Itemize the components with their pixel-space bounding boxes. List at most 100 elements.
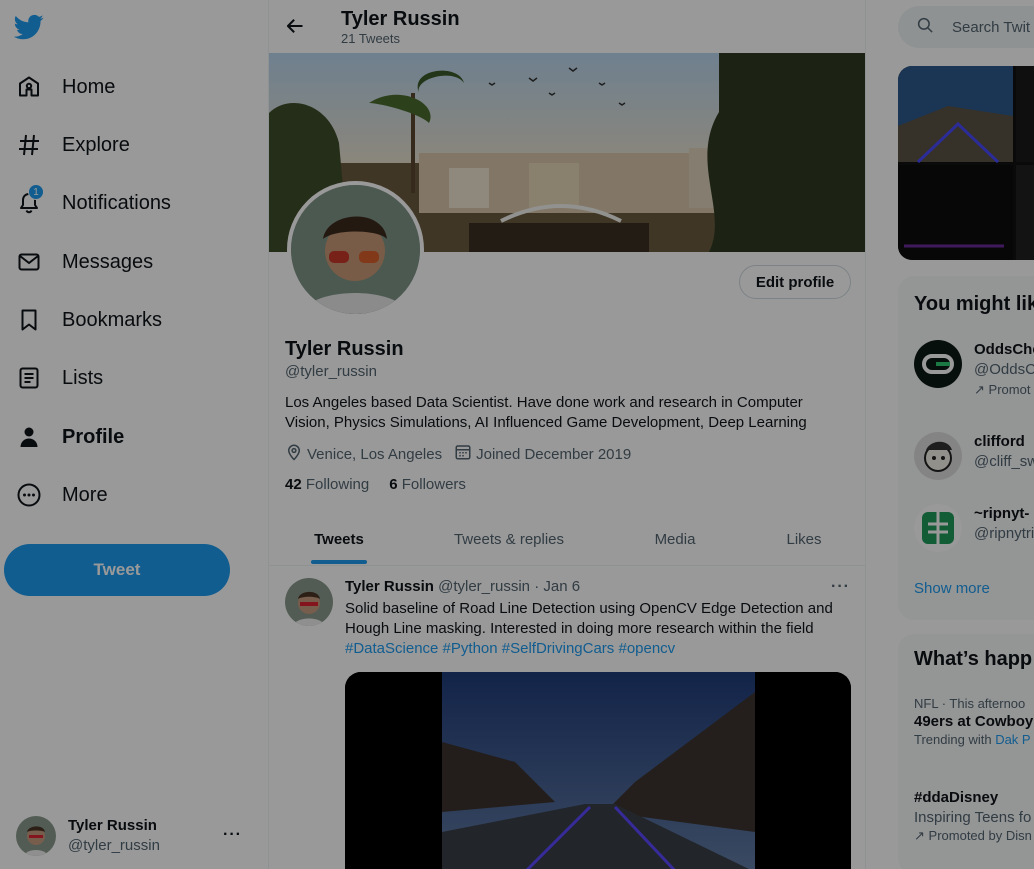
notification-badge: 1 — [28, 184, 44, 200]
suggestion-avatar — [914, 432, 962, 480]
left-sidebar: Home Explore 1 Notifications Messages Bo… — [0, 0, 268, 869]
calendar-icon — [454, 443, 476, 465]
suggestion-avatar — [914, 340, 962, 388]
trend-with-link[interactable]: Dak P — [995, 732, 1030, 747]
tweet-count: 21 Tweets — [341, 31, 401, 46]
nav-explore[interactable]: Explore — [16, 123, 130, 167]
nav-profile[interactable]: Profile — [16, 415, 124, 459]
tweet-text-line: Hough Line masking. Interested in doing … — [345, 620, 814, 637]
profile-header: Tyler Russin 21 Tweets — [269, 0, 865, 53]
profile-location: Venice, Los Angeles — [285, 443, 442, 465]
followers-link[interactable]: 6 Followers — [389, 476, 466, 493]
follow-suggestion[interactable]: clifford @cliff_sw — [914, 432, 1034, 482]
trend-with-label: Trending with — [914, 732, 992, 747]
nav-lists[interactable]: Lists — [16, 356, 103, 400]
nav-messages-label: Messages — [62, 250, 154, 273]
account-menu-icon[interactable]: ··· — [223, 826, 242, 844]
tweet-menu-icon[interactable]: ··· — [831, 578, 850, 596]
trend-description: Inspiring Teens fo — [914, 809, 1032, 826]
tweet-video[interactable] — [345, 672, 851, 869]
tab-tweets[interactable]: Tweets — [269, 513, 409, 566]
profile-bio: Los Angeles based Data Scientist. Have d… — [285, 393, 845, 433]
list-icon — [16, 365, 42, 391]
promoted-icon: ↗ — [974, 382, 985, 397]
nav-more[interactable]: More — [16, 473, 108, 517]
tab-likes[interactable]: Likes — [741, 513, 865, 566]
location-text: Venice, Los Angeles — [307, 445, 443, 463]
account-handle: @tyler_russin — [68, 837, 160, 854]
bookmark-icon — [16, 307, 42, 333]
profile-meta: Venice, Los Angeles Joined December 2019 — [285, 444, 643, 464]
account-switcher[interactable]: Tyler Russin @tyler_russin ··· — [16, 814, 256, 858]
tweet[interactable]: Tyler Russin @tyler_russin · Jan 6 ··· S… — [269, 566, 865, 869]
tab-media[interactable]: Media — [609, 513, 741, 566]
profile-joined: Joined December 2019 — [454, 443, 631, 465]
bio-line: Los Angeles based Data Scientist. Have d… — [285, 394, 803, 411]
promoted-icon: ↗ — [914, 828, 925, 843]
nav-messages[interactable]: Messages — [16, 240, 153, 284]
suggestion-avatar — [914, 504, 962, 552]
follow-suggestion[interactable]: OddsChe @OddsC ↗ Promot — [914, 340, 1034, 397]
suggestion-handle: @OddsC — [974, 361, 1034, 378]
following-count: 42 — [285, 476, 302, 493]
who-to-follow-title: You might lik — [914, 293, 1034, 315]
show-more-link[interactable]: Show more — [914, 580, 990, 597]
bio-line: Vision, Physics Simulations, AI Influenc… — [285, 414, 807, 431]
tweet-header: Tyler Russin @tyler_russin · Jan 6 — [345, 578, 580, 595]
suggestion-name: ~ripnyt- — [974, 505, 1030, 522]
right-sidebar: Search Twit You might lik OddsChe @OddsC… — [866, 0, 1034, 869]
followers-label: Followers — [401, 476, 466, 493]
search-bar[interactable]: Search Twit — [898, 6, 1034, 48]
search-icon — [916, 16, 952, 38]
nav-home[interactable]: Home — [16, 65, 115, 109]
nav-notifications-label: Notifications — [62, 191, 171, 214]
profile-media-grid[interactable] — [898, 66, 1034, 260]
home-icon — [16, 74, 42, 100]
trend-with: Trending with Dak P — [914, 732, 1033, 748]
whats-happening-title: What’s happ — [914, 648, 1033, 670]
nav-more-label: More — [62, 483, 108, 506]
following-label: Following — [305, 476, 370, 493]
trend-title: 49ers at Cowboy — [914, 713, 1034, 730]
suggestion-handle: @ripnytri — [974, 525, 1034, 542]
tweet-avatar[interactable] — [285, 578, 333, 626]
follow-suggestion[interactable]: ~ripnyt- @ripnytri — [914, 504, 1034, 554]
nav-profile-label: Profile — [62, 425, 125, 448]
nav-notifications[interactable]: 1 Notifications — [16, 181, 171, 225]
nav-home-label: Home — [62, 75, 116, 98]
tweet-author-handle[interactable]: @tyler_russin — [438, 578, 530, 595]
profile-name: Tyler Russin — [285, 338, 404, 360]
tweet-author-name[interactable]: Tyler Russin — [345, 578, 434, 595]
tweet-button[interactable]: Tweet — [4, 544, 230, 596]
search-input[interactable]: Search Twit — [952, 19, 1030, 36]
profile-handle: @tyler_russin — [285, 363, 377, 380]
tab-tweets-replies[interactable]: Tweets & replies — [409, 513, 609, 566]
back-arrow-icon[interactable] — [285, 16, 305, 36]
nav-bookmarks[interactable]: Bookmarks — [16, 298, 162, 342]
twitter-bird-icon[interactable] — [13, 12, 46, 44]
joined-text: Joined December 2019 — [476, 445, 632, 463]
tweet-date[interactable]: Jan 6 — [543, 578, 580, 595]
more-circle-icon — [16, 482, 42, 508]
account-name: Tyler Russin — [68, 817, 157, 834]
trend-title: #ddaDisney — [914, 789, 999, 806]
edit-profile-button[interactable]: Edit profile — [739, 265, 851, 299]
active-tab-indicator — [311, 560, 367, 564]
promoted-text: Promot — [988, 382, 1031, 397]
profile-tabs: Tweets Tweets & replies Media Likes — [269, 513, 865, 566]
suggestion-name: clifford — [974, 433, 1025, 450]
hashtag-icon — [16, 132, 42, 158]
following-link[interactable]: 42 Following — [285, 476, 369, 493]
tweet-hashtags[interactable]: #DataScience #Python #SelfDrivingCars #o… — [345, 640, 675, 657]
trend-item[interactable]: NFL · This afternoo 49ers at Cowboy Tren… — [914, 696, 1033, 748]
tweet-text: Solid baseline of Road Line Detection us… — [345, 599, 845, 639]
bell-icon: 1 — [16, 184, 44, 216]
follow-stats: 42 Following 6 Followers — [285, 476, 486, 493]
location-pin-icon — [285, 443, 307, 465]
profile-avatar[interactable] — [287, 181, 424, 318]
person-icon — [16, 424, 42, 450]
nav-lists-label: Lists — [62, 366, 104, 389]
avatar — [16, 816, 56, 856]
suggestion-handle: @cliff_sw — [974, 453, 1034, 470]
trend-item[interactable]: #ddaDisney Inspiring Teens fo ↗ Promoted… — [914, 788, 1032, 844]
